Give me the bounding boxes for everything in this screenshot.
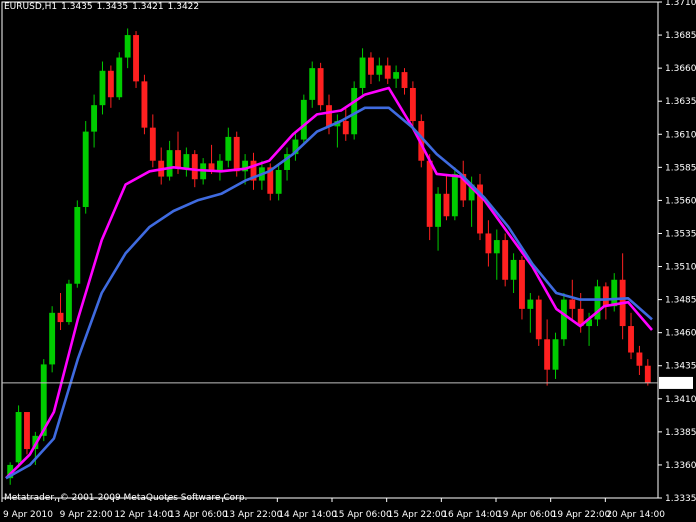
candle-body	[191, 154, 198, 180]
candle-body	[300, 99, 307, 140]
open-value: 1.3435	[61, 2, 93, 12]
candle-body	[317, 68, 324, 106]
y-tick-label: 1.3585	[665, 163, 696, 173]
x-tick-label: 15 Apr 06:00	[333, 510, 392, 520]
candle-body	[393, 72, 400, 79]
candle-body	[99, 70, 106, 106]
candle-body	[368, 57, 374, 75]
candle-body	[401, 72, 408, 88]
candle-body	[24, 412, 30, 450]
candle-body	[451, 173, 458, 217]
candle-body	[82, 131, 89, 208]
x-tick-label: 12 Apr 14:00	[114, 510, 173, 520]
candle-body	[552, 339, 559, 370]
candle-body	[443, 193, 450, 217]
candle-body	[166, 150, 173, 177]
y-tick-label: 1.3510	[665, 263, 696, 273]
candle-body	[57, 312, 64, 323]
candle-body	[225, 136, 232, 161]
candle-body	[149, 127, 156, 161]
candle-body	[569, 299, 576, 309]
candle-body	[107, 70, 114, 98]
candle-body	[326, 105, 332, 127]
x-tick-label: 19 Apr 22:00	[552, 510, 611, 520]
y-tick-label: 1.3685	[665, 31, 696, 41]
price-chart[interactable]: 1.3710 1.3685 1.3660 1.3635 1.3610 1.3585 1.35…	[0, 0, 696, 522]
candle-body	[15, 412, 22, 463]
candle-body	[502, 240, 509, 280]
candle-body	[628, 326, 634, 353]
ma-slow-line	[5, 106, 653, 480]
candle-body	[141, 81, 148, 128]
copyright-label: Metatrader, © 2001-2009 MetaQuotes Softw…	[4, 493, 248, 503]
y-tick-label: 1.3435	[665, 362, 696, 372]
x-tick-label: 9 Apr 2010	[3, 510, 53, 520]
y-tick-label: 1.3610	[665, 130, 696, 140]
y-tick-label: 1.3535	[665, 229, 696, 239]
candle-body	[493, 240, 500, 254]
candle-body	[519, 259, 525, 309]
candle-body	[65, 283, 72, 323]
close-value: 1.3422	[167, 2, 200, 12]
chart-header: EURUSD,H1 1.3435 1.3435 1.3421 1.3422	[4, 2, 203, 12]
symbol-label: EURUSD,H1	[4, 2, 58, 12]
current-price-label: 1.3422	[662, 379, 694, 389]
candle-body	[175, 150, 181, 169]
x-tick-label: 16 Apr 14:00	[442, 510, 501, 520]
y-tick-label: 1.3385	[665, 428, 696, 438]
candle-body	[426, 160, 433, 227]
candle-body	[636, 352, 643, 366]
candle-body	[435, 193, 442, 227]
candle-body	[602, 286, 609, 307]
candle-body	[611, 279, 618, 307]
ma-fast-line	[5, 86, 653, 480]
y-tick-label: 1.3335	[665, 494, 696, 504]
y-tick-label: 1.3410	[665, 395, 696, 405]
candle-body	[124, 35, 131, 58]
x-tick-label: 19 Apr 06:00	[497, 510, 556, 520]
x-tick-label: 13 Apr 06:00	[169, 510, 228, 520]
candle-body	[535, 299, 542, 340]
candle-body	[216, 160, 223, 170]
candle-body	[510, 259, 517, 280]
y-tick-label: 1.3460	[665, 329, 696, 339]
y-tick-label: 1.3485	[665, 296, 696, 306]
y-tick-label: 1.3360	[665, 461, 696, 471]
candle-body	[384, 65, 391, 79]
x-tick-label: 14 Apr 14:00	[278, 510, 337, 520]
candle-body	[183, 154, 190, 169]
candle-body	[342, 121, 349, 135]
candle-body	[233, 136, 240, 172]
candle-body	[275, 169, 282, 194]
candle-body	[116, 57, 123, 98]
candle-body	[376, 65, 383, 75]
candle-body	[485, 233, 492, 254]
x-tick-label: 15 Apr 22:00	[388, 510, 447, 520]
x-tick-label: 13 Apr 22:00	[224, 510, 283, 520]
candle-body	[208, 163, 215, 170]
candle-body	[359, 57, 366, 88]
x-tick-label: 9 Apr 22:00	[60, 510, 113, 520]
candle-body	[527, 299, 534, 309]
candle-body	[49, 312, 56, 365]
chart-window[interactable]: 1.3710 1.3685 1.3660 1.3635 1.3610 1.3585 1.35…	[0, 0, 696, 522]
y-tick-label: 1.3710	[665, 0, 696, 8]
low-value: 1.3421	[132, 2, 164, 12]
candle-body	[560, 299, 567, 340]
candle-body	[91, 105, 98, 132]
y-tick-label: 1.3560	[665, 196, 696, 206]
candle-body	[544, 339, 551, 370]
candle-body	[133, 35, 139, 82]
candle-body	[644, 365, 651, 383]
candle-body	[409, 87, 416, 122]
candle-body	[309, 68, 316, 100]
high-value: 1.3435	[96, 2, 129, 12]
y-tick-label: 1.3635	[665, 97, 696, 107]
y-tick-label: 1.3660	[665, 64, 696, 74]
candle-body	[74, 207, 81, 284]
x-tick-label: 20 Apr 14:00	[606, 510, 665, 520]
